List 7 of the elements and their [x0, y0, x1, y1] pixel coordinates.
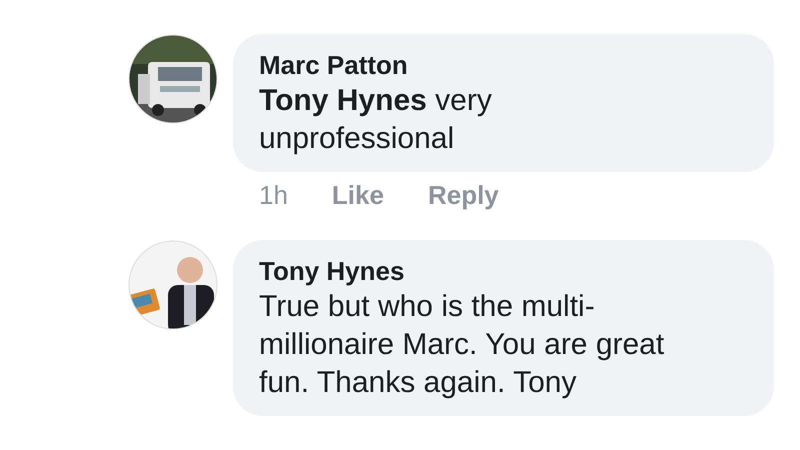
author-name[interactable]: Tony Hynes: [259, 254, 404, 288]
timestamp[interactable]: 1h: [259, 178, 288, 212]
comment-text: Tony Hynes very unprofessional: [259, 83, 493, 157]
author-name[interactable]: Marc Patton: [259, 48, 408, 82]
action-link[interactable]: Like: [332, 178, 384, 212]
comment-text: True but who is the multi- millionaire Marc. You are great fun. Thanks again. Tony: [259, 289, 666, 401]
action-link[interactable]: Reply: [428, 178, 499, 212]
